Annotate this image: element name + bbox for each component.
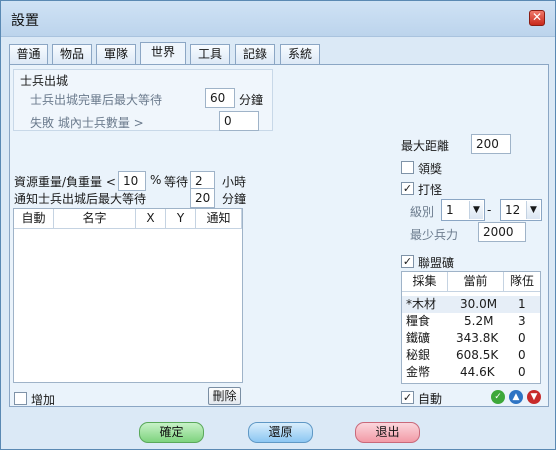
res-name: 鐵礦 [406,331,431,345]
res-team: 0 [518,331,526,345]
resource-weight-input[interactable]: 10 [118,171,146,191]
reward-checkbox[interactable] [401,161,414,174]
hours-unit: 小時 [222,175,247,189]
max-distance-label: 最大距離 [401,139,450,153]
table-row[interactable]: 金幣 44.6K 0 [402,364,540,381]
troop-out-group: 士兵出城 士兵出城完畢后最大等待 60 分鐘 失敗 城內士兵數量 > 0 [13,69,273,131]
auto-checkbox[interactable]: ✓ [401,391,414,404]
res-name: *木材 [406,297,437,311]
res-current: 343.8K [456,331,499,345]
delete-button[interactable]: 刪除 [208,387,241,405]
percent-sign: % [150,173,162,187]
table-row[interactable]: 鐵礦 343.8K 0 [402,330,540,347]
res-col-team[interactable]: 隊伍 [504,272,540,292]
world-panel: 士兵出城 士兵出城完畢后最大等待 60 分鐘 失敗 城內士兵數量 > 0 資源重… [9,64,549,407]
target-list[interactable]: 自動 名字 X Y 通知 [13,208,243,383]
alliance-mine-checkbox[interactable]: ✓ [401,255,414,268]
check-icon[interactable]: ✓ [491,390,505,404]
arrow-down-icon[interactable]: ▼ [527,390,541,404]
res-team: 0 [518,348,526,362]
col-y[interactable]: Y [166,209,196,229]
monster-label: 打怪 [418,183,443,197]
min-troops-input[interactable]: 2000 [478,222,526,242]
tab-log[interactable]: 記錄 [235,44,275,64]
chevron-down-icon: ▼ [469,201,483,219]
monster-checkbox[interactable]: ✓ [401,182,414,195]
confirm-button[interactable]: 確定 [139,422,204,443]
table-row[interactable]: 糧食 5.2M 3 [402,313,540,330]
res-current: 608.5K [456,348,499,362]
tab-army[interactable]: 軍隊 [96,44,136,64]
level-dash: - [487,203,492,217]
level-from-select[interactable]: 1 ▼ [441,199,485,221]
table-row[interactable]: *木材 30.0M 1 [402,296,540,313]
tab-world[interactable]: 世界 [140,42,186,65]
res-name: 金幣 [406,365,431,379]
exit-button[interactable]: 退出 [355,422,420,443]
minutes-unit: 分鐘 [222,192,247,206]
res-team: 3 [518,314,526,328]
tab-system[interactable]: 系統 [280,44,320,64]
level-from-value: 1 [446,203,454,217]
auto-label: 自動 [418,392,443,406]
add-label: 增加 [31,393,56,407]
res-col-gather[interactable]: 採集 [402,272,448,292]
window-title: 設置 [11,13,39,29]
fail-count-label: 失敗 城內士兵數量 > [30,116,144,130]
res-name: 秘銀 [406,348,431,362]
res-team: 0 [518,365,526,379]
title-bar: 設置 ✕ [1,1,555,37]
tab-general[interactable]: 普通 [9,44,48,64]
resource-table[interactable]: 採集 當前 隊伍 *木材 30.0M 1 糧食 5.2M 3 鐵礦 343.8K… [401,271,541,384]
col-name[interactable]: 名字 [54,209,136,229]
alliance-mine-label: 聯盟礦 [418,256,455,270]
close-button[interactable]: ✕ [529,10,545,26]
res-name: 糧食 [406,314,431,328]
resource-weight-label: 資源重量/負重量 < [14,175,116,189]
res-col-current[interactable]: 當前 [448,272,504,292]
res-current: 44.6K [460,365,495,379]
troop-out-title: 士兵出城 [20,74,69,88]
reward-label: 領獎 [418,162,443,176]
col-x[interactable]: X [136,209,166,229]
col-auto[interactable]: 自動 [14,209,54,229]
level-label: 級別 [410,205,435,219]
add-checkbox[interactable] [14,392,27,405]
settings-window: 設置 ✕ 普通 物品 軍隊 世界 工具 記錄 系統 士兵出城 士兵出城完畢后最大… [0,0,556,450]
tab-tools[interactable]: 工具 [190,44,230,64]
restore-button[interactable]: 還原 [248,422,313,443]
chevron-down-icon: ▼ [526,201,540,219]
wait-hours-label: 等待 [164,175,189,189]
troop-wait-unit: 分鐘 [239,93,264,107]
tab-items[interactable]: 物品 [52,44,92,64]
res-current: 5.2M [464,314,494,328]
troop-wait-input[interactable]: 60 [205,88,235,108]
max-distance-input[interactable]: 200 [471,134,511,154]
table-row[interactable]: 秘銀 608.5K 0 [402,347,540,364]
notify-wait-label: 通知士兵出城后最大等待 [14,192,147,206]
res-current: 30.0M [460,297,498,311]
level-to-select[interactable]: 12 ▼ [500,199,542,221]
col-notify[interactable]: 通知 [196,209,242,229]
troop-wait-label: 士兵出城完畢后最大等待 [30,93,163,107]
level-to-value: 12 [505,203,521,217]
fail-count-input[interactable]: 0 [219,111,259,131]
min-troops-label: 最少兵力 [410,228,459,242]
arrow-up-icon[interactable]: ▲ [509,390,523,404]
notify-wait-input[interactable]: 20 [190,188,215,208]
res-team: 1 [518,297,526,311]
